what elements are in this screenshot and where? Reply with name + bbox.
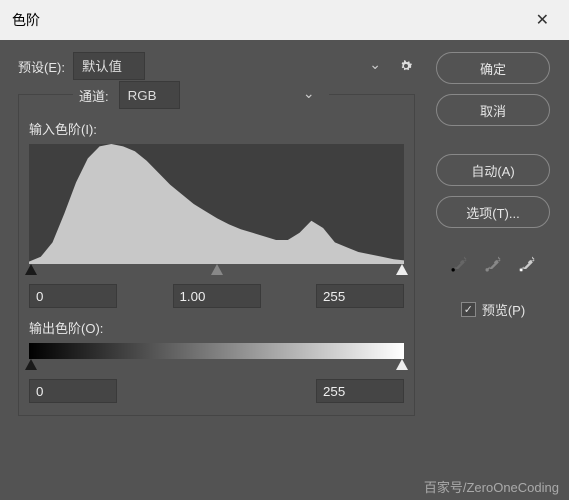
close-icon[interactable]: ✕ xyxy=(528,6,557,34)
preview-label: 预览(P) xyxy=(482,300,525,319)
cancel-button[interactable]: 取消 xyxy=(436,94,550,126)
histogram xyxy=(29,144,404,264)
options-button[interactable]: 选项(T)... xyxy=(436,196,550,228)
input-levels-label: 输入色阶(I): xyxy=(29,119,404,138)
channel-label: 通道: xyxy=(79,86,109,105)
auto-button[interactable]: 自动(A) xyxy=(436,154,550,186)
ok-button[interactable]: 确定 xyxy=(436,52,550,84)
output-levels-label: 输出色阶(O): xyxy=(29,318,404,337)
watermark: 百家号/ZeroOneCoding xyxy=(424,477,559,496)
shadow-slider[interactable] xyxy=(25,264,37,275)
output-highlight-field[interactable] xyxy=(316,379,404,403)
preset-label: 预设(E): xyxy=(18,57,65,76)
eyedropper-gray-icon[interactable] xyxy=(483,252,503,276)
window-title: 色阶 xyxy=(12,10,528,30)
levels-fieldset: 通道: RGB 输入色阶(I): 输出色阶( xyxy=(18,94,415,416)
gear-icon[interactable] xyxy=(397,57,415,75)
eyedropper-row xyxy=(449,252,537,276)
input-highlight-field[interactable] xyxy=(316,284,404,308)
preview-checkbox[interactable]: ✓ xyxy=(461,302,476,317)
output-sliders xyxy=(29,359,404,373)
preset-select-wrap: 默认值 xyxy=(73,52,389,80)
gamma-slider[interactable] xyxy=(211,264,223,275)
input-shadow-field[interactable] xyxy=(29,284,117,308)
channel-select[interactable]: RGB xyxy=(119,81,180,109)
titlebar: 色阶 ✕ xyxy=(0,0,569,40)
output-shadow-field[interactable] xyxy=(29,379,117,403)
eyedropper-black-icon[interactable] xyxy=(449,252,469,276)
eyedropper-white-icon[interactable] xyxy=(517,252,537,276)
input-sliders xyxy=(29,264,404,278)
output-gradient xyxy=(29,343,404,359)
output-shadow-slider[interactable] xyxy=(25,359,37,370)
highlight-slider[interactable] xyxy=(396,264,408,275)
channel-select-wrap: RGB xyxy=(119,81,323,109)
preset-select[interactable]: 默认值 xyxy=(73,52,145,80)
output-highlight-slider[interactable] xyxy=(396,359,408,370)
input-gamma-field[interactable] xyxy=(173,284,261,308)
